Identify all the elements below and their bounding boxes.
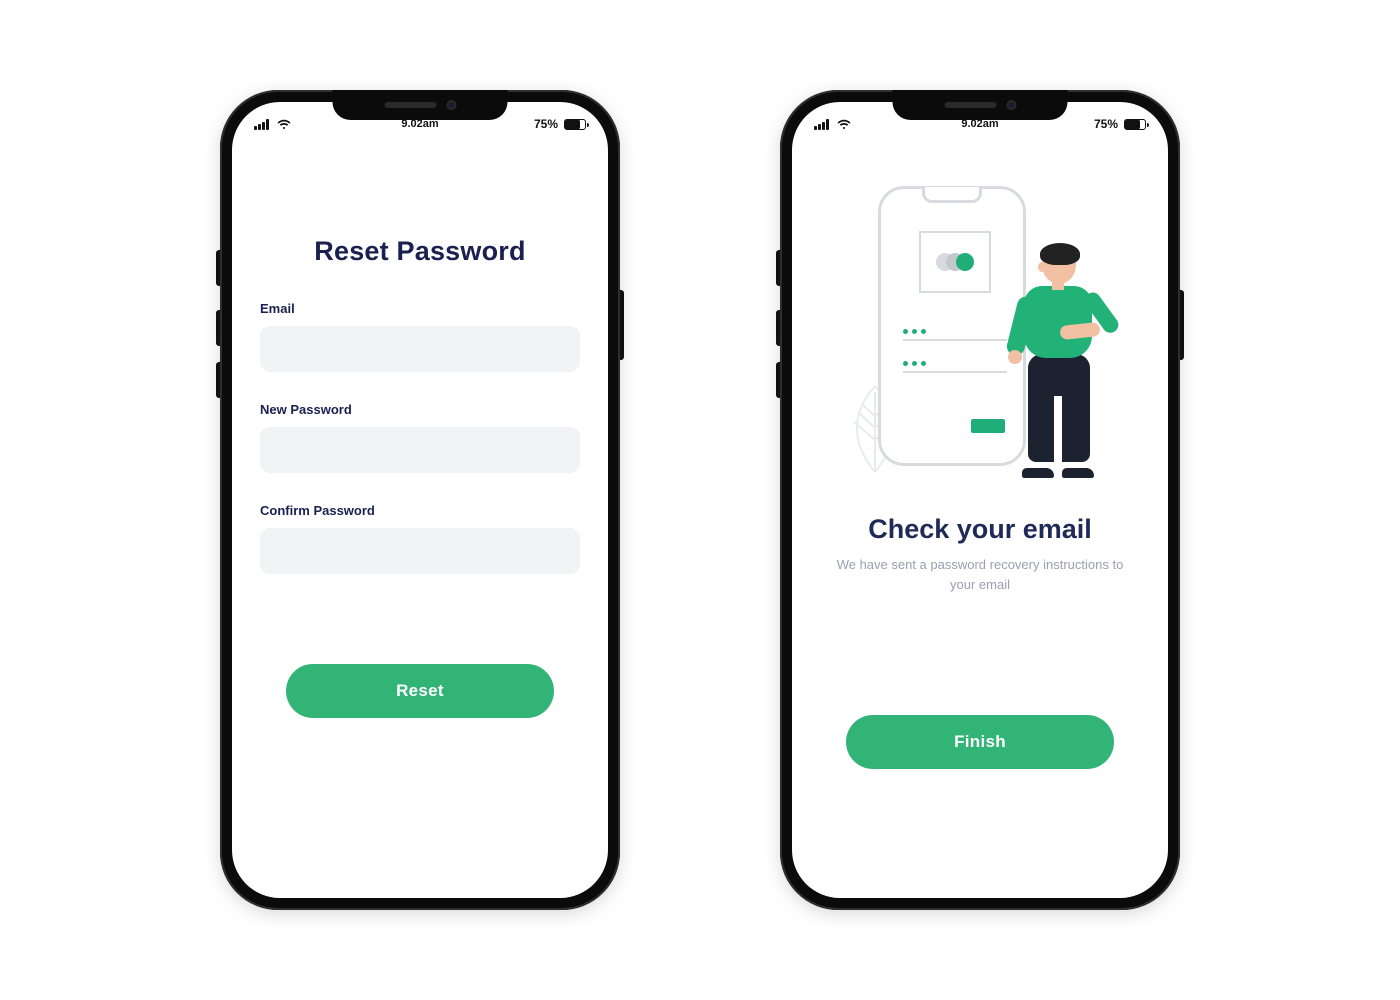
confirm-password-input[interactable] bbox=[260, 528, 580, 574]
reset-form: Reset Password Email New Password Confir… bbox=[232, 146, 608, 718]
speaker-slot bbox=[944, 102, 996, 108]
reset-button[interactable]: Reset bbox=[286, 664, 554, 718]
screen-reset-password: 9.02am 75% Reset Password Email New Pass… bbox=[232, 102, 608, 898]
status-right: 75% bbox=[1094, 117, 1146, 131]
email-input[interactable] bbox=[260, 326, 580, 372]
field-confirm-password: Confirm Password bbox=[260, 503, 580, 574]
device-frame-reset: 9.02am 75% Reset Password Email New Pass… bbox=[220, 90, 620, 910]
confirmation-content: Check your email We have sent a password… bbox=[792, 146, 1168, 769]
page-title: Reset Password bbox=[260, 236, 580, 267]
front-camera bbox=[1006, 100, 1016, 110]
new-password-label: New Password bbox=[260, 402, 580, 417]
field-new-password: New Password bbox=[260, 402, 580, 473]
status-left bbox=[814, 119, 851, 130]
status-right: 75% bbox=[534, 117, 586, 131]
battery-percentage: 75% bbox=[534, 117, 558, 131]
screen-check-email: 9.02am 75% bbox=[792, 102, 1168, 898]
page-subtitle: We have sent a password recovery instruc… bbox=[820, 555, 1140, 595]
cellular-signal-icon bbox=[254, 119, 269, 130]
finish-button[interactable]: Finish bbox=[846, 715, 1114, 769]
check-email-illustration bbox=[820, 176, 1140, 486]
cellular-signal-icon bbox=[814, 119, 829, 130]
field-email: Email bbox=[260, 301, 580, 372]
page-title: Check your email bbox=[820, 514, 1140, 545]
wifi-icon bbox=[277, 119, 291, 130]
device-notch bbox=[893, 90, 1068, 120]
confirm-password-label: Confirm Password bbox=[260, 503, 580, 518]
battery-icon bbox=[564, 119, 586, 130]
front-camera bbox=[446, 100, 456, 110]
person-illustration-icon bbox=[994, 246, 1104, 476]
device-notch bbox=[333, 90, 508, 120]
illustration-logo-icon bbox=[919, 231, 991, 293]
email-label: Email bbox=[260, 301, 580, 316]
new-password-input[interactable] bbox=[260, 427, 580, 473]
wifi-icon bbox=[837, 119, 851, 130]
battery-percentage: 75% bbox=[1094, 117, 1118, 131]
device-frame-confirm: 9.02am 75% bbox=[780, 90, 1180, 910]
status-left bbox=[254, 119, 291, 130]
battery-icon bbox=[1124, 119, 1146, 130]
speaker-slot bbox=[384, 102, 436, 108]
